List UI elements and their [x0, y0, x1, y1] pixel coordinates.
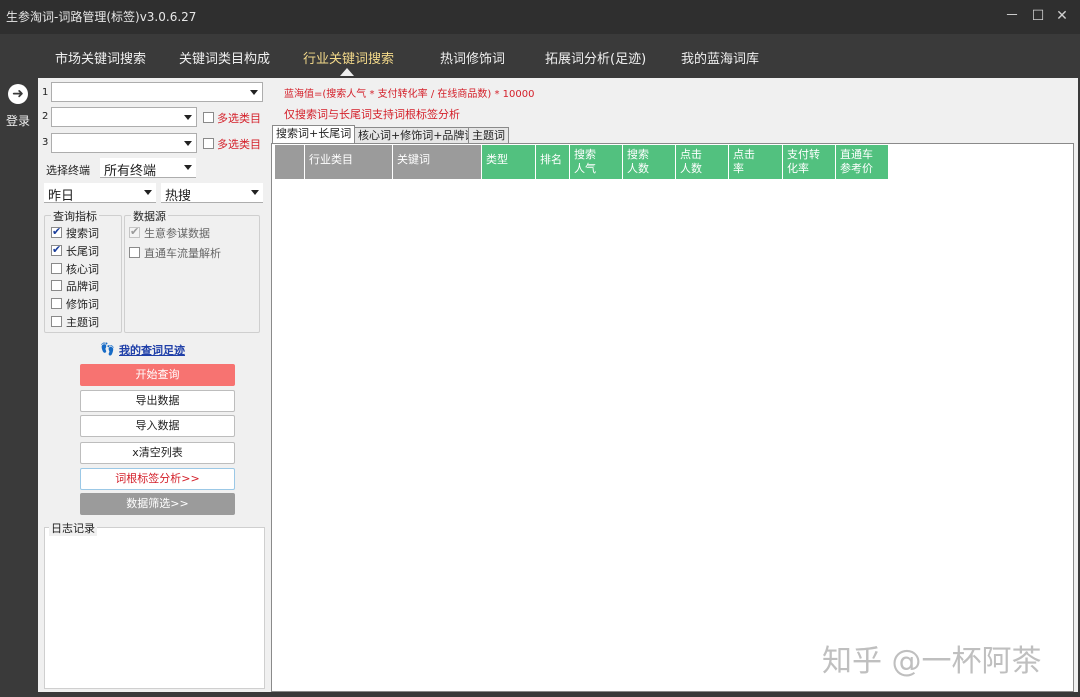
watermark: 知乎 @一杯阿茶 — [822, 644, 1042, 679]
subtab-core-modifier-brand[interactable]: 核心词+修饰词+品牌词 — [354, 127, 480, 144]
close-icon[interactable]: ✕ — [1054, 8, 1070, 24]
minimize-icon[interactable]: － — [1004, 8, 1020, 24]
column-header-selector[interactable] — [275, 145, 305, 179]
tab-keyword-category[interactable]: 关键词类目构成 — [179, 48, 270, 67]
import-data-button[interactable]: 导入数据 — [80, 415, 235, 437]
column-header-rank[interactable]: 排名 — [536, 145, 570, 179]
category-level-3-select[interactable] — [51, 133, 197, 153]
category-level-3-num: 3 — [42, 137, 49, 148]
chevron-down-icon — [144, 190, 152, 195]
subtab-theme[interactable]: 主题词 — [468, 127, 509, 144]
window-title: 生参淘词-词路管理(标签)v3.0.6.27 — [6, 10, 197, 24]
column-header-ctr[interactable]: 点击 率 — [729, 145, 783, 179]
data-filter-button[interactable]: 数据筛选>> — [80, 493, 235, 515]
tab-market-keyword-search[interactable]: 市场关键词搜索 — [55, 48, 146, 67]
log-panel: 日志记录 — [44, 520, 265, 689]
datasource-business-checkbox — [129, 225, 140, 238]
multi-category-checkbox-2[interactable] — [203, 112, 214, 123]
metric-modifier-word-label: 修饰词 — [66, 298, 99, 311]
metric-core-word-checkbox[interactable] — [51, 263, 62, 274]
metric-long-tail-label: 长尾词 — [66, 245, 99, 258]
blue-ocean-formula: 蓝海值=(搜索人气 * 支付转化率 / 在线商品数) * 10000 — [284, 89, 535, 100]
chevron-down-icon — [184, 115, 192, 120]
multi-category-label-2: 多选类目 — [217, 112, 261, 125]
left-rail: ➜ 登录 — [0, 78, 38, 697]
maximize-icon[interactable]: ☐ — [1030, 8, 1046, 24]
tab-hot-modifier[interactable]: 热词修饰词 — [440, 48, 505, 67]
metric-search-word-label: 搜索词 — [66, 227, 99, 240]
metric-brand-word-checkbox[interactable] — [51, 280, 62, 291]
login-arrow-icon[interactable]: ➜ — [8, 84, 28, 104]
metric-brand-word-label: 品牌词 — [66, 280, 99, 293]
results-panel: 蓝海值=(搜索人气 * 支付转化率 / 在线商品数) * 10000 仅搜索词与… — [268, 78, 1078, 692]
column-header-clickers[interactable]: 点击 人数 — [676, 145, 729, 179]
category-level-2-num: 2 — [42, 111, 49, 122]
chevron-down-icon — [184, 141, 192, 146]
tab-expansion-analysis[interactable]: 拓展词分析(足迹) — [545, 48, 646, 67]
tag-support-note: 仅搜索词与长尾词支持词根标签分析 — [284, 108, 460, 121]
query-panel: 1 2 多选类目 3 多选类目 选择终端 所有终端 昨日 热搜 查询指标 搜索词… — [38, 78, 268, 692]
category-level-2-select[interactable] — [51, 107, 197, 127]
main-nav: 市场关键词搜索 关键词类目构成 行业关键词搜索 热词修饰词 拓展词分析(足迹) … — [0, 34, 1080, 78]
export-data-button[interactable]: 导出数据 — [80, 390, 235, 412]
chevron-down-icon — [184, 165, 192, 170]
date-select[interactable]: 昨日 — [44, 183, 156, 204]
column-header-searchers[interactable]: 搜索 人数 — [623, 145, 676, 179]
results-table: 行业类目 关键词 类型 排名 搜索 人气 搜索 人数 点击 人数 点击 率 支付… — [271, 143, 1074, 692]
start-query-button[interactable]: 开始查询 — [80, 364, 235, 386]
metric-theme-word-label: 主题词 — [66, 316, 99, 329]
metrics-legend: 查询指标 — [51, 208, 99, 224]
login-button[interactable]: 登录 — [6, 112, 30, 129]
log-legend: 日志记录 — [49, 520, 97, 536]
datasource-legend: 数据源 — [131, 208, 168, 224]
column-header-ztc-price[interactable]: 直通车 参考价 — [836, 145, 889, 179]
column-header-type[interactable]: 类型 — [482, 145, 536, 179]
metric-theme-word-checkbox[interactable] — [51, 316, 62, 327]
multi-category-label-3: 多选类目 — [217, 138, 261, 151]
datasource-traffic-label: 直通车流量解析 — [144, 247, 221, 260]
terminal-label: 选择终端 — [46, 164, 90, 177]
datasource-business-label: 生意参谋数据 — [144, 227, 210, 240]
subtab-search-longtail[interactable]: 搜索词+长尾词 — [272, 125, 356, 144]
metric-core-word-label: 核心词 — [66, 263, 99, 276]
column-header-category[interactable]: 行业类目 — [305, 145, 393, 179]
sort-select[interactable]: 热搜 — [161, 183, 263, 204]
category-level-1-select[interactable] — [51, 82, 263, 102]
footprint-icon: 👣 — [100, 342, 115, 356]
metric-modifier-word-checkbox[interactable] — [51, 298, 62, 309]
title-bar: 生参淘词-词路管理(标签)v3.0.6.27 － ☐ ✕ — [0, 0, 1080, 34]
tab-blue-ocean-library[interactable]: 我的蓝海词库 — [681, 48, 759, 67]
metric-search-word-checkbox[interactable] — [51, 225, 62, 238]
root-tag-analysis-button[interactable]: 词根标签分析>> — [80, 468, 235, 490]
metrics-group: 查询指标 搜索词 长尾词 核心词 品牌词 修饰词 主题词 — [44, 208, 122, 333]
active-tab-indicator — [340, 68, 354, 76]
datasource-group: 数据源 生意参谋数据 直通车流量解析 — [124, 208, 260, 333]
column-header-keyword[interactable]: 关键词 — [393, 145, 482, 179]
category-level-1-num: 1 — [42, 87, 49, 98]
chevron-down-icon — [250, 90, 258, 95]
clear-list-button[interactable]: x清空列表 — [80, 442, 235, 464]
column-header-search-popularity[interactable]: 搜索 人气 — [570, 145, 623, 179]
terminal-select[interactable]: 所有终端 — [100, 158, 196, 179]
column-header-conversion[interactable]: 支付转 化率 — [783, 145, 836, 179]
metric-long-tail-checkbox[interactable] — [51, 243, 62, 256]
tab-industry-keyword-search[interactable]: 行业关键词搜索 — [303, 48, 394, 67]
multi-category-checkbox-3[interactable] — [203, 138, 214, 149]
datasource-traffic-checkbox[interactable] — [129, 247, 140, 258]
chevron-down-icon — [251, 190, 259, 195]
query-history-link[interactable]: 我的查词足迹 — [119, 342, 185, 358]
